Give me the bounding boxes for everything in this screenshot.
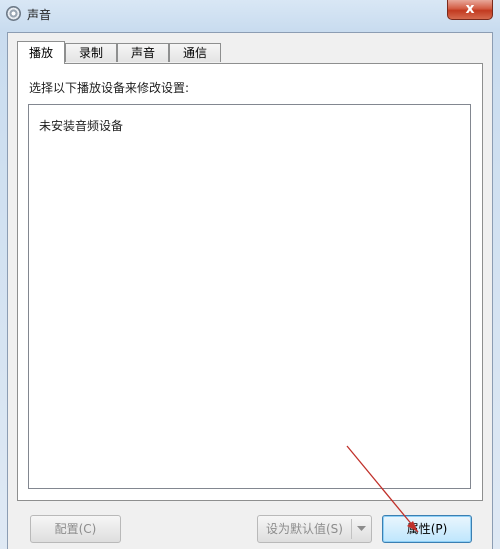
properties-button[interactable]: 属性(P) [382, 515, 472, 543]
tab-recording[interactable]: 录制 [65, 43, 117, 62]
configure-button[interactable]: 配置(C) [30, 515, 121, 543]
properties-button-label: 属性(P) [406, 522, 448, 536]
tab-label: 录制 [78, 46, 103, 60]
tab-playback[interactable]: 播放 [17, 41, 65, 64]
instruction-text: 选择以下播放设备来修改设置: [29, 81, 190, 95]
speaker-icon[interactable] [6, 6, 21, 21]
empty-device-message: 未安装音频设备 [39, 119, 124, 133]
set-default-dropdown[interactable] [352, 516, 371, 542]
dialog-body: 播放 录制 声音 通信 选择以下播放设备来修改设置: 未安装音频设备 配置(C)… [7, 32, 493, 549]
tab-label: 播放 [28, 46, 53, 60]
playback-panel: 选择以下播放设备来修改设置: 未安装音频设备 [17, 63, 483, 501]
set-default-button-label: 设为默认值(S) [266, 522, 343, 536]
tab-label: 通信 [182, 46, 207, 60]
configure-button-label: 配置(C) [54, 522, 97, 536]
tab-communications[interactable]: 通信 [169, 43, 221, 62]
set-default-button[interactable]: 设为默认值(S) [257, 515, 372, 543]
title-bar[interactable]: 声音 x [0, 0, 500, 28]
sound-dialog: 声音 x 播放 录制 声音 通信 选择以下播放设备来修改设置: 未安装音频设备 [0, 0, 500, 549]
close-button[interactable]: x [447, 0, 493, 20]
chevron-down-icon [357, 526, 366, 531]
device-list[interactable]: 未安装音频设备 [28, 104, 471, 489]
tab-sounds[interactable]: 声音 [117, 43, 169, 62]
window-title: 声音 [27, 8, 52, 22]
tab-label: 声音 [130, 46, 155, 60]
close-icon: x [465, 1, 475, 17]
